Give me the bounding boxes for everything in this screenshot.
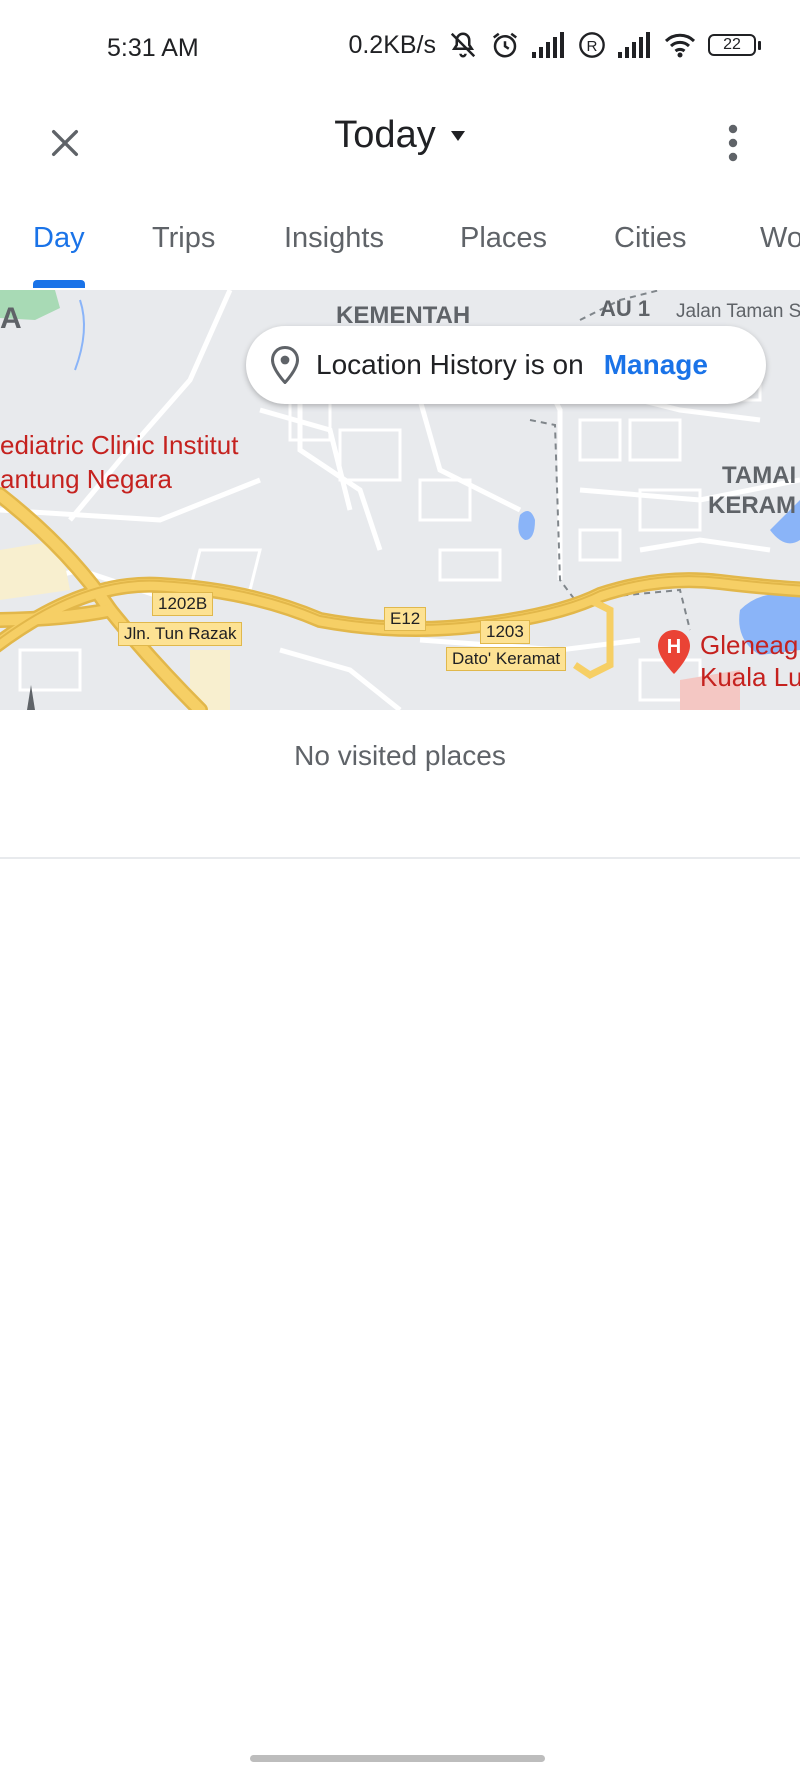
roaming-icon: R (578, 31, 606, 59)
tab-trips[interactable]: Trips (152, 222, 215, 255)
tab-day[interactable]: Day (33, 222, 85, 255)
map-label-gleneagles-2: Kuala Lu (700, 662, 800, 692)
manage-button[interactable]: Manage (604, 349, 708, 381)
signal-icon (618, 32, 652, 58)
tab-cities[interactable]: Cities (614, 222, 687, 255)
map-label-jalan-taman: Jalan Taman S (676, 301, 800, 322)
hospital-marker[interactable]: H (656, 628, 692, 681)
signal-icon (532, 32, 566, 58)
road-label-1202b: 1202B (152, 592, 214, 616)
active-tab-indicator (33, 280, 85, 288)
triangle-down-icon (450, 130, 465, 141)
map-label-au1: AU 1 (600, 296, 651, 321)
location-history-status: Location History is on (316, 349, 584, 380)
map-label-area: A (0, 302, 22, 335)
hospital-marker-letter: H (667, 636, 681, 658)
svg-text:R: R (587, 38, 598, 55)
map-label-taman: TAMAI (722, 462, 797, 489)
status-icons: 0.2KB/s R 22 (348, 30, 761, 60)
map-label-gleneagles: Gleneag (700, 630, 799, 660)
mute-icon (448, 30, 478, 60)
location-pin-icon (270, 346, 300, 384)
network-speed: 0.2KB/s (348, 30, 436, 59)
status-time: 5:31 AM (107, 34, 199, 62)
empty-state-message: No visited places (294, 740, 506, 771)
divider (0, 857, 800, 859)
tab-world[interactable]: Wo (760, 222, 800, 255)
status-bar: 5:31 AM 0.2KB/s R 22 (0, 0, 800, 100)
road-label-1203: 1203 (480, 620, 530, 644)
tab-insights[interactable]: Insights (284, 222, 384, 255)
screen: 5:31 AM 0.2KB/s R 22 Today Day Trips Ins… (0, 0, 800, 1777)
location-history-banner: Location History is on Manage (246, 326, 766, 404)
more-options-button[interactable] (704, 114, 762, 172)
more-vert-icon (728, 124, 738, 162)
tab-places[interactable]: Places (460, 222, 547, 255)
battery-icon: 22 (708, 34, 761, 56)
hospital-pin-icon: H (658, 630, 690, 674)
date-selector[interactable]: Today (0, 114, 800, 157)
battery-level: 22 (723, 36, 741, 53)
tab-bar: Day Trips Insights Places Cities Wo (0, 210, 800, 290)
wifi-icon (664, 32, 696, 58)
road-label-e12: E12 (384, 607, 427, 631)
map-label-clinic-2: antung Negara (0, 464, 173, 494)
map-view[interactable]: A KEMENTAH AU 1 Jalan Taman S ediatric C… (0, 290, 800, 710)
map-label-keramat: KERAM (708, 492, 796, 519)
map-label-clinic: ediatric Clinic Institut (0, 430, 239, 460)
road-label-tun-razak: Jln. Tun Razak (118, 622, 243, 646)
road-label-dato-keramat: Dato' Keramat (446, 647, 567, 671)
alarm-icon (490, 30, 520, 60)
page-title: Today (334, 114, 436, 156)
app-header: Today (0, 100, 800, 210)
home-indicator[interactable] (250, 1755, 545, 1762)
